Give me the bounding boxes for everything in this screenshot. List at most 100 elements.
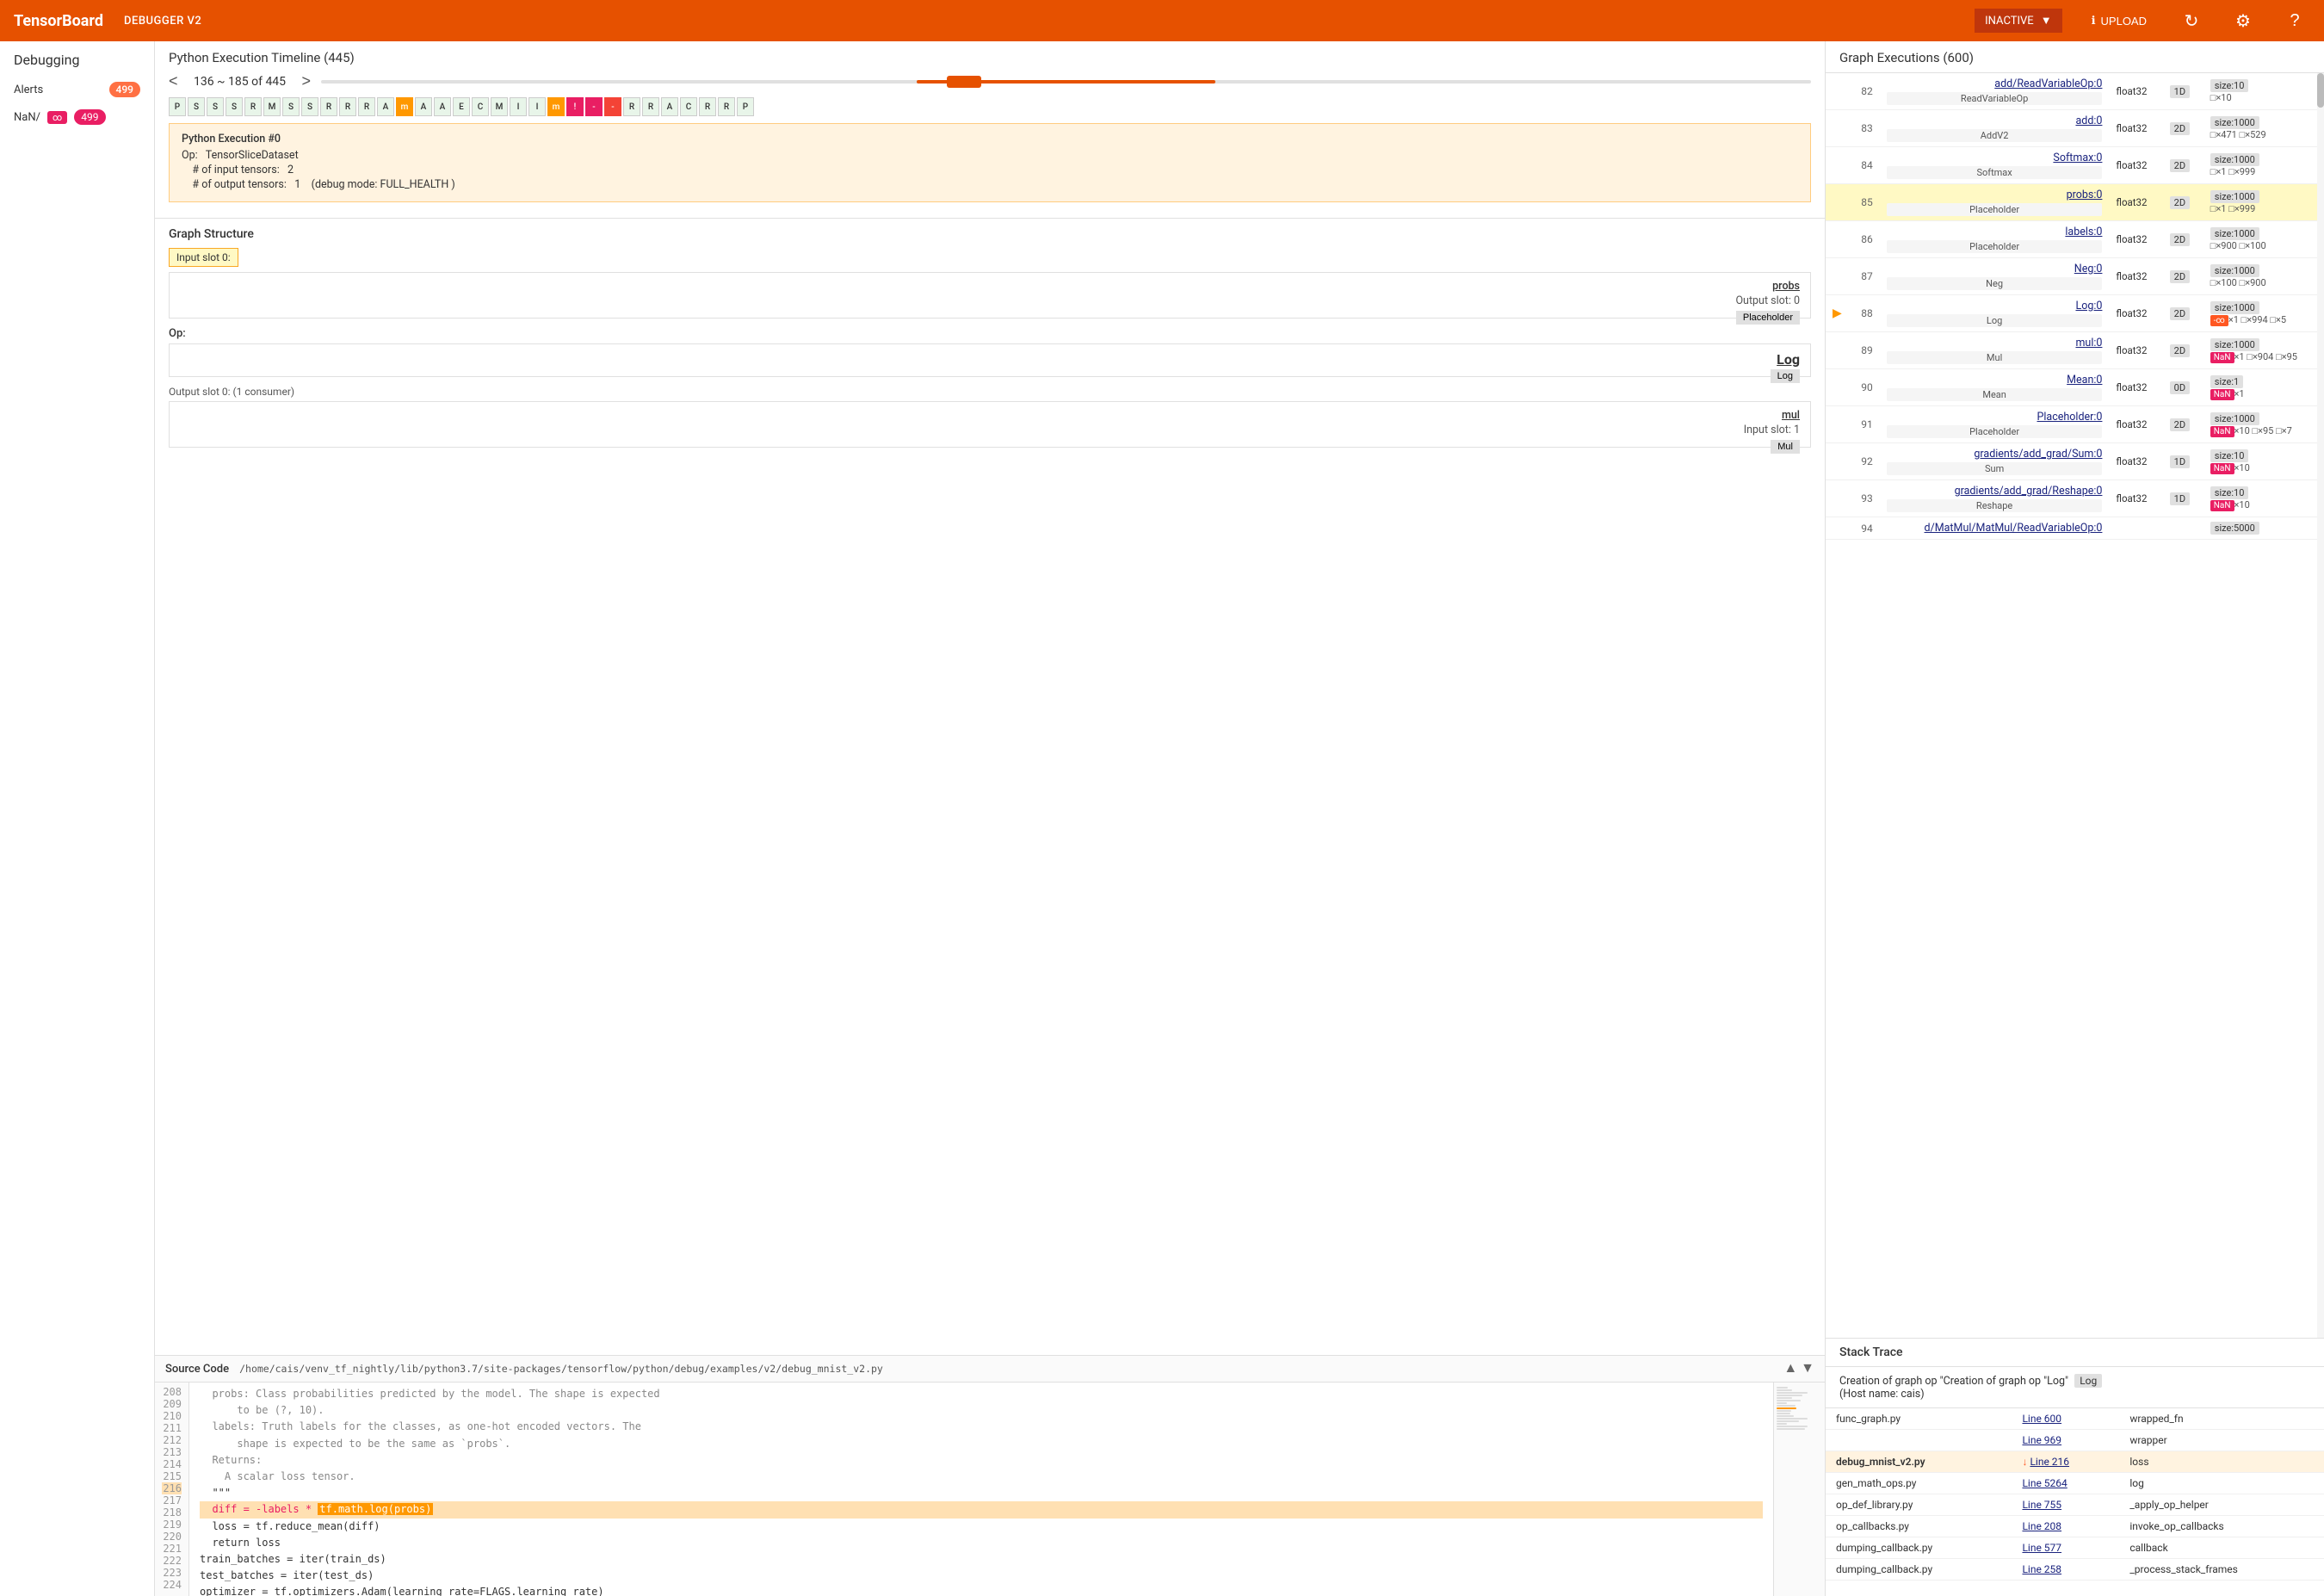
- source-expand-button[interactable]: ▼: [1801, 1361, 1814, 1376]
- exec-chip-14[interactable]: A: [434, 97, 451, 116]
- exec-chip-16[interactable]: C: [472, 97, 489, 116]
- graph-exec-row[interactable]: 87Neg:0Negfloat322Dsize:1000□×100 □×900: [1826, 258, 2324, 295]
- graph-exec-row[interactable]: ▶88Log:0Logfloat322Dsize:1000-∞×1 □×994 …: [1826, 295, 2324, 332]
- row-op[interactable]: labels:0Placeholder: [1880, 221, 2110, 258]
- stack-line[interactable]: Line 577: [2012, 1537, 2119, 1559]
- graph-exec-row[interactable]: 93gradients/add_grad/Reshape:0Reshapeflo…: [1826, 480, 2324, 517]
- row-op[interactable]: mul:0Mul: [1880, 332, 2110, 369]
- code-content[interactable]: probs: Class probabilities predicted by …: [189, 1383, 1773, 1596]
- op-box-tag-button[interactable]: Log: [1771, 369, 1800, 383]
- row-op[interactable]: Log:0Log: [1880, 295, 2110, 332]
- row-op[interactable]: Neg:0Neg: [1880, 258, 2110, 295]
- status-dropdown[interactable]: INACTIVE ▼: [1975, 9, 2061, 33]
- stack-line[interactable]: Line 258: [2012, 1559, 2119, 1581]
- stack-line[interactable]: Line 969: [2012, 1430, 2119, 1451]
- exec-chip-3[interactable]: S: [226, 97, 243, 116]
- row-op[interactable]: probs:0Placeholder: [1880, 184, 2110, 221]
- exec-chip-28[interactable]: R: [699, 97, 716, 116]
- stack-line[interactable]: Line 755: [2012, 1494, 2119, 1516]
- graph-exec-row[interactable]: 83add:0AddV2float322Dsize:1000□×471 □×52…: [1826, 110, 2324, 147]
- exec-chip-22[interactable]: -: [585, 97, 603, 116]
- exec-info-box: Python Execution #0 Op: TensorSliceDatas…: [169, 123, 1811, 202]
- settings-button[interactable]: ⚙: [2228, 5, 2259, 36]
- row-dim: 1D: [2163, 480, 2203, 517]
- row-size: size:1000□×1 □×999: [2203, 147, 2324, 184]
- row-op[interactable]: gradients/add_grad/Reshape:0Reshape: [1880, 480, 2110, 517]
- graph-exec-row[interactable]: 92gradients/add_grad/Sum:0Sumfloat321Dsi…: [1826, 443, 2324, 480]
- graph-exec-row[interactable]: 91Placeholder:0Placeholderfloat322Dsize:…: [1826, 406, 2324, 443]
- code-line-1: probs: Class probabilities predicted by …: [200, 1386, 1763, 1402]
- exec-chip-21[interactable]: !: [566, 97, 584, 116]
- exec-chip-23[interactable]: -: [604, 97, 621, 116]
- stack-table-container[interactable]: func_graph.pyLine 600wrapped_fnLine 969w…: [1826, 1408, 2324, 1596]
- row-op[interactable]: gradients/add_grad/Sum:0Sum: [1880, 443, 2110, 480]
- exec-chip-15[interactable]: E: [453, 97, 470, 116]
- input-box-tag-button[interactable]: Placeholder: [1736, 311, 1800, 325]
- graph-exec-row[interactable]: 90Mean:0Meanfloat320Dsize:1NaN×1: [1826, 369, 2324, 406]
- row-op[interactable]: Softmax:0Softmax: [1880, 147, 2110, 184]
- stack-line[interactable]: Line 208: [2012, 1516, 2119, 1537]
- exec-chip-29[interactable]: R: [718, 97, 735, 116]
- stack-row: debug_mnist_v2.py↓ Line 216loss: [1826, 1451, 2324, 1473]
- exec-chip-30[interactable]: P: [737, 97, 754, 116]
- graph-exec-row[interactable]: 86labels:0Placeholderfloat322Dsize:1000□…: [1826, 221, 2324, 258]
- exec-chip-9[interactable]: R: [339, 97, 356, 116]
- row-op[interactable]: add/ReadVariableOp:0ReadVariableOp: [1880, 73, 2110, 110]
- row-dtype: float32: [2109, 73, 2162, 110]
- stack-host: (Host name: cais): [1839, 1388, 1925, 1401]
- upload-button[interactable]: ℹ UPLOAD: [2083, 9, 2155, 33]
- exec-chip-19[interactable]: I: [528, 97, 546, 116]
- timeline-next-button[interactable]: >: [302, 72, 312, 90]
- stack-line[interactable]: Line 5264: [2012, 1473, 2119, 1494]
- exec-info-outputs: # of output tensors: 1 (debug mode: FULL…: [182, 178, 1798, 191]
- exec-chip-7[interactable]: S: [301, 97, 318, 116]
- exec-chip-6[interactable]: S: [282, 97, 300, 116]
- row-op[interactable]: Placeholder:0Placeholder: [1880, 406, 2110, 443]
- row-op[interactable]: Mean:0Mean: [1880, 369, 2110, 406]
- exec-chip-5[interactable]: M: [263, 97, 281, 116]
- exec-chip-13[interactable]: A: [415, 97, 432, 116]
- exec-chip-27[interactable]: C: [680, 97, 697, 116]
- exec-chip-0[interactable]: P: [169, 97, 186, 116]
- exec-chip-4[interactable]: R: [244, 97, 262, 116]
- stack-file: op_callbacks.py: [1826, 1516, 2012, 1537]
- exec-info-title: Python Execution #0: [182, 133, 1798, 145]
- row-op[interactable]: d/MatMul/MatMul/ReadVariableOp:0: [1880, 517, 2110, 540]
- exec-chip-8[interactable]: R: [320, 97, 337, 116]
- input-slot-label: Input slot 0:: [169, 248, 238, 267]
- stack-line[interactable]: ↓ Line 216: [2012, 1451, 2119, 1473]
- row-size: size:1000□×471 □×529: [2203, 110, 2324, 147]
- row-dtype: float32: [2109, 443, 2162, 480]
- exec-chip-20[interactable]: m: [547, 97, 565, 116]
- source-collapse-button[interactable]: ▲: [1783, 1361, 1797, 1376]
- graph-exec-table-container[interactable]: 82add/ReadVariableOp:0ReadVariableOpfloa…: [1826, 73, 2324, 1338]
- exec-chip-10[interactable]: R: [358, 97, 375, 116]
- graph-exec-row[interactable]: 89mul:0Mulfloat322Dsize:1000NaN×1 □×904 …: [1826, 332, 2324, 369]
- refresh-button[interactable]: ↻: [2176, 5, 2207, 36]
- exec-chip-2[interactable]: S: [207, 97, 224, 116]
- exec-chip-18[interactable]: I: [510, 97, 527, 116]
- row-op[interactable]: add:0AddV2: [1880, 110, 2110, 147]
- alerts-badge: 499: [109, 82, 140, 97]
- stack-line[interactable]: Line 600: [2012, 1408, 2119, 1430]
- exec-chip-11[interactable]: A: [377, 97, 394, 116]
- graph-exec-row[interactable]: 84Softmax:0Softmaxfloat322Dsize:1000□×1 …: [1826, 147, 2324, 184]
- exec-chip-24[interactable]: R: [623, 97, 640, 116]
- output-box-tag-button[interactable]: Mul: [1771, 440, 1800, 454]
- row-size: size:1000NaN×10 □×95 □×7: [2203, 406, 2324, 443]
- exec-chip-1[interactable]: S: [188, 97, 205, 116]
- row-size: size:5000: [2203, 517, 2324, 540]
- graph-exec-row[interactable]: 82add/ReadVariableOp:0ReadVariableOpfloa…: [1826, 73, 2324, 110]
- exec-chip-17[interactable]: M: [491, 97, 508, 116]
- timeline-slider[interactable]: [321, 73, 1811, 90]
- exec-chip-12[interactable]: m: [396, 97, 413, 116]
- help-button[interactable]: ?: [2279, 5, 2310, 36]
- code-line-6: Returns:: [200, 1452, 1763, 1469]
- graph-exec-row[interactable]: 94d/MatMul/MatMul/ReadVariableOp:0size:5…: [1826, 517, 2324, 540]
- chevron-down-icon: ▼: [2041, 14, 2052, 28]
- exec-chip-26[interactable]: A: [661, 97, 678, 116]
- graph-exec-row[interactable]: 85probs:0Placeholderfloat322Dsize:1000□×…: [1826, 184, 2324, 221]
- exec-chip-25[interactable]: R: [642, 97, 659, 116]
- graph-exec-scrollbar[interactable]: [2317, 73, 2324, 1338]
- timeline-prev-button[interactable]: <: [169, 72, 178, 90]
